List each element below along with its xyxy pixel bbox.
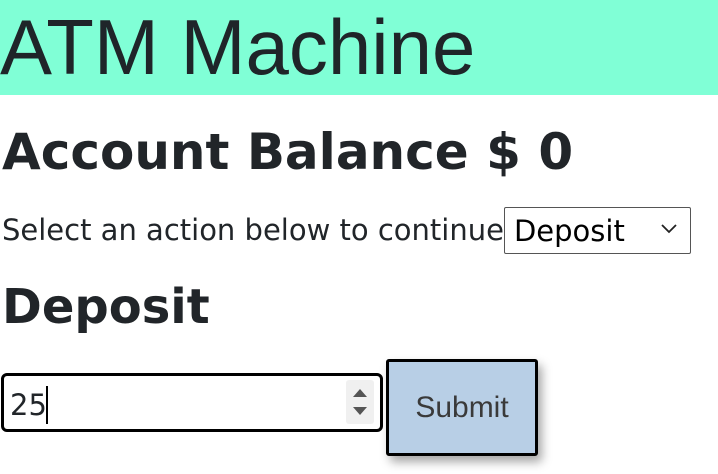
number-spinner[interactable]: [346, 380, 374, 424]
action-select-value: Deposit: [513, 213, 625, 248]
spin-down-icon[interactable]: [352, 406, 368, 416]
deposit-heading: Deposit: [2, 279, 210, 335]
text-cursor: [46, 386, 48, 424]
submit-button[interactable]: Submit: [386, 359, 538, 456]
submit-label: Submit: [415, 390, 509, 424]
amount-input[interactable]: 25: [1, 373, 383, 432]
spin-up-icon[interactable]: [352, 388, 368, 398]
balance-label: Account Balance: [2, 123, 469, 181]
balance-amount: 0: [538, 123, 574, 181]
action-row: Select an action below to continue Depos…: [2, 205, 691, 255]
account-balance-heading: Account Balance $ 0: [2, 120, 573, 184]
header-banner: ATM Machine: [0, 0, 718, 95]
app-title: ATM Machine: [0, 3, 476, 91]
balance-currency: $: [486, 123, 521, 181]
chevron-down-icon: [661, 223, 677, 233]
action-prompt: Select an action below to continue: [2, 213, 504, 247]
amount-value: 25: [10, 388, 47, 422]
action-select[interactable]: Deposit: [503, 206, 691, 254]
